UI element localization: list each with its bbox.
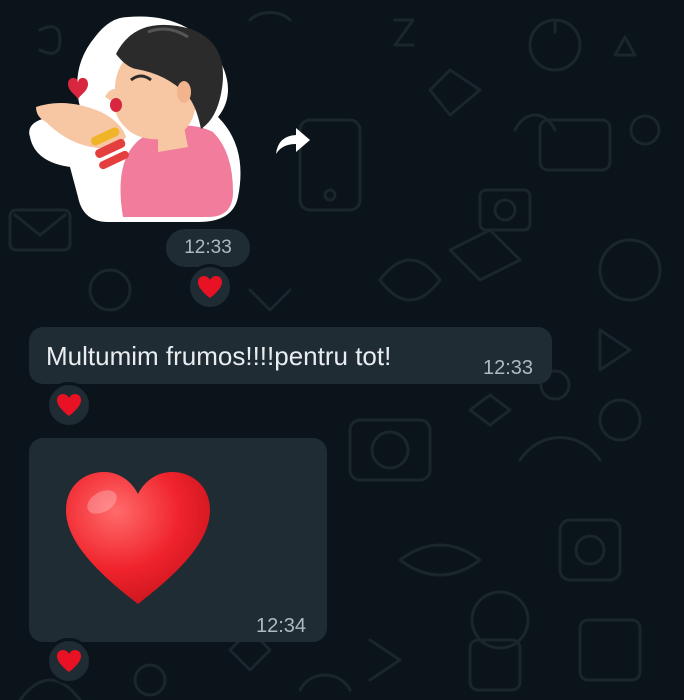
heart-icon xyxy=(57,650,81,672)
emoji-message-reaction[interactable] xyxy=(46,638,92,684)
forward-button[interactable] xyxy=(270,118,316,164)
text-message-bubble[interactable]: Multumim frumos!!!!pentru tot! 12:33 xyxy=(29,327,552,384)
woman-blowing-kiss-sticker-icon xyxy=(29,16,241,222)
red-heart-emoji-icon xyxy=(66,472,210,604)
sticker-reaction[interactable] xyxy=(187,264,233,310)
sticker-timestamp: 12:33 xyxy=(166,229,250,267)
forward-arrow-icon xyxy=(276,128,310,154)
emoji-message-bubble[interactable]: 12:34 xyxy=(29,438,327,642)
sticker-message[interactable] xyxy=(28,12,243,227)
text-message-reaction[interactable] xyxy=(46,382,92,428)
message-timestamp: 12:33 xyxy=(483,357,534,379)
heart-icon xyxy=(57,394,81,416)
message-text: Multumim frumos!!!!pentru tot! xyxy=(46,341,392,371)
emoji-message-timestamp: 12:34 xyxy=(256,615,307,637)
heart-icon xyxy=(198,276,222,298)
